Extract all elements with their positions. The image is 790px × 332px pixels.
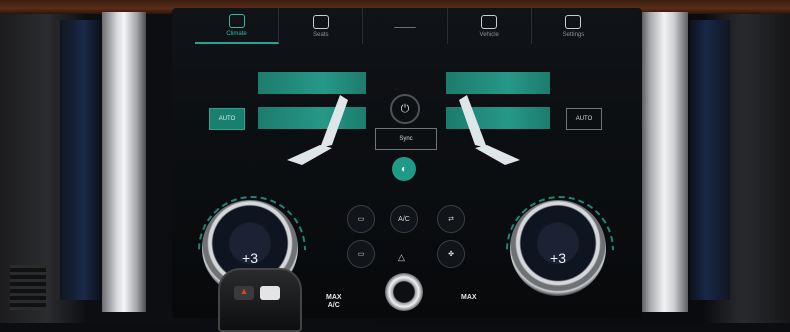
tab-seats[interactable]: Seats [279,8,364,44]
tab-vehicle[interactable]: Vehicle [448,8,532,44]
passenger-seat-icon [459,95,520,165]
tab-climate[interactable]: Climate [195,8,280,44]
ac-button[interactable]: A/C [390,205,418,233]
fan-toggle-button[interactable]: ◐ [392,157,416,181]
auto-right-button[interactable]: AUTO [566,108,602,130]
ambient-light-left [60,20,100,300]
key-fob-button: ▲ [234,286,254,300]
right-temperature-value: +3 [550,250,566,266]
vent-left [10,265,46,310]
chrome-trim-right [640,12,688,312]
car-icon [481,14,498,29]
front-defrost-icon: ▭ [357,251,365,258]
tab-settings[interactable]: Settings [532,8,615,44]
driver-seat-icon [287,95,348,165]
left-temperature-value: +3 [242,250,258,266]
ac-label: A/C [398,215,410,223]
tab-label: Seats [313,31,329,38]
tab-label: Climate [226,30,247,37]
fan-icon: ◐ [400,163,408,175]
top-navigation: Climate Seats Vehicle Settings [195,8,615,44]
front-defrost-button[interactable]: ▭ [347,240,375,268]
recirculation-icon: ⇄ [448,216,454,223]
auto-left-button[interactable]: AUTO [209,108,245,130]
key-fob-button [260,286,280,300]
tab-center[interactable] [363,8,448,44]
tab-label: Settings [562,31,585,38]
fan-speed-button[interactable]: ✤ [437,240,465,268]
key-fob: ▲ [218,268,302,332]
seat-icon [312,14,329,29]
gear-icon [565,14,582,29]
ambient-light-right [690,20,730,300]
divider-icon [394,26,416,29]
chrome-trim-left [102,12,146,312]
sync-button[interactable]: Sync [375,128,437,150]
max-ac-label[interactable]: MAX A/C [326,294,342,310]
recirculation-button[interactable]: ⇄ [437,205,465,233]
climate-icon [228,13,245,28]
fan-speed-icon: ✤ [448,251,454,258]
center-knob[interactable] [385,273,423,311]
rear-defrost-icon: ▭ [357,216,365,223]
right-temperature-dial[interactable] [510,200,606,296]
power-icon: ⏻ [400,102,410,115]
tab-label: Vehicle [479,31,499,38]
max-defrost-label[interactable]: MAX [461,294,477,302]
rear-defrost-button[interactable]: ▭ [347,205,375,233]
power-button[interactable]: ⏻ [390,94,420,124]
center-indicator-icon: △ [398,252,405,262]
